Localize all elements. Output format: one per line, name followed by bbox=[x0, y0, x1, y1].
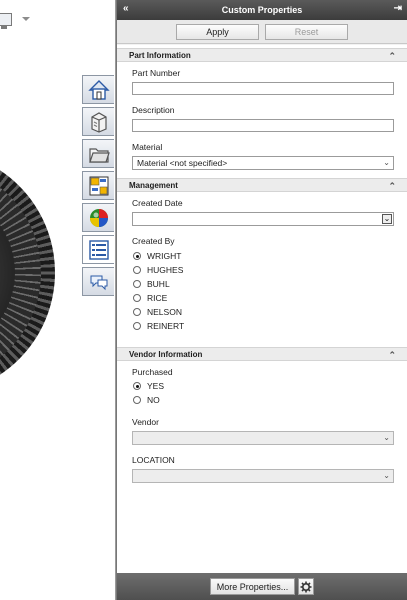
radio-label: NELSON bbox=[147, 307, 182, 317]
material-label: Material bbox=[132, 142, 163, 152]
radio-button[interactable] bbox=[133, 294, 141, 302]
reset-button[interactable]: Reset bbox=[265, 23, 348, 40]
radio-button[interactable] bbox=[133, 280, 141, 288]
part-number-label: Part Number bbox=[132, 68, 181, 78]
section-title: Vendor Information bbox=[129, 349, 203, 359]
pane-footer: More Properties... bbox=[117, 573, 407, 600]
radio-button[interactable] bbox=[133, 396, 141, 404]
display-monitor-icon[interactable] bbox=[0, 13, 12, 29]
radio-button[interactable] bbox=[133, 252, 141, 260]
vendor-label: Vendor bbox=[132, 417, 159, 427]
radio-button[interactable] bbox=[133, 382, 141, 390]
apply-button[interactable]: Apply bbox=[176, 23, 259, 40]
created-by-option-buhl[interactable]: BUHL bbox=[133, 277, 407, 291]
vendor-select[interactable]: ⌄ bbox=[132, 431, 394, 445]
chevron-down-icon: ⌄ bbox=[383, 471, 390, 480]
custom-properties-pane: « Custom Properties ⇥ Apply Reset Part I… bbox=[116, 0, 407, 600]
more-properties-button[interactable]: More Properties... bbox=[210, 578, 295, 595]
pin-pane-icon[interactable]: ⇥ bbox=[394, 3, 402, 14]
gear-icon bbox=[300, 581, 312, 592]
radio-label: BUHL bbox=[147, 279, 170, 289]
collapse-pane-icon[interactable]: « bbox=[123, 3, 129, 14]
created-date-picker[interactable]: ⌄ bbox=[132, 212, 394, 226]
pane-titlebar: « Custom Properties ⇥ bbox=[117, 0, 407, 20]
chevron-down-icon: ⌄ bbox=[383, 433, 390, 442]
created-by-radio-group: WRIGHT HUGHES BUHL RICE NELSON REINERT bbox=[117, 249, 407, 333]
radio-label: HUGHES bbox=[147, 265, 184, 275]
chevron-down-icon[interactable]: ⌄ bbox=[382, 214, 392, 224]
tab-custom-properties[interactable] bbox=[82, 235, 114, 264]
chevron-up-icon[interactable]: ⌃ bbox=[388, 350, 396, 361]
custom-properties-icon bbox=[88, 239, 109, 260]
tire-model bbox=[0, 150, 55, 395]
chevron-up-icon[interactable]: ⌃ bbox=[388, 181, 396, 192]
tab-forum[interactable] bbox=[82, 267, 114, 296]
radio-label: WRIGHT bbox=[147, 251, 182, 261]
description-input[interactable] bbox=[132, 119, 394, 132]
location-select[interactable]: ⌄ bbox=[132, 469, 394, 483]
home-icon bbox=[87, 79, 110, 100]
chevron-up-icon[interactable]: ⌃ bbox=[388, 51, 396, 62]
view-palette-icon bbox=[89, 176, 108, 195]
material-value: Material <not specified> bbox=[137, 158, 228, 168]
properties-form: Part Information ⌃ Part Number Descripti… bbox=[117, 45, 407, 573]
file-explorer-icon bbox=[88, 147, 110, 163]
purchased-label: Purchased bbox=[132, 367, 173, 377]
tab-view-palette[interactable] bbox=[82, 171, 114, 200]
created-date-label: Created Date bbox=[132, 198, 183, 208]
created-by-option-wright[interactable]: WRIGHT bbox=[133, 249, 407, 263]
created-by-option-hughes[interactable]: HUGHES bbox=[133, 263, 407, 277]
appearances-icon bbox=[89, 208, 108, 227]
action-bar: Apply Reset bbox=[117, 20, 407, 44]
section-vendor-information[interactable]: Vendor Information ⌃ bbox=[117, 347, 407, 361]
task-pane-tabs bbox=[82, 75, 116, 299]
purchased-radio-group: YES NO bbox=[117, 379, 407, 407]
radio-button[interactable] bbox=[133, 322, 141, 330]
radio-button[interactable] bbox=[133, 308, 141, 316]
created-by-option-nelson[interactable]: NELSON bbox=[133, 305, 407, 319]
section-management[interactable]: Management ⌃ bbox=[117, 178, 407, 192]
tab-design-library[interactable] bbox=[82, 107, 114, 136]
forum-icon bbox=[90, 275, 107, 290]
radio-label: YES bbox=[147, 381, 165, 391]
purchased-option-yes[interactable]: YES bbox=[133, 379, 407, 393]
radio-button[interactable] bbox=[133, 266, 141, 274]
purchased-option-no[interactable]: NO bbox=[133, 393, 407, 407]
tab-home[interactable] bbox=[82, 75, 114, 104]
radio-label: RICE bbox=[147, 293, 168, 303]
created-by-option-rice[interactable]: RICE bbox=[133, 291, 407, 305]
location-label: LOCATION bbox=[132, 455, 175, 465]
tab-appearances[interactable] bbox=[82, 203, 114, 232]
section-part-information[interactable]: Part Information ⌃ bbox=[117, 48, 407, 62]
radio-label: REINERT bbox=[147, 321, 185, 331]
tab-file-explorer[interactable] bbox=[82, 139, 114, 168]
created-by-option-reinert[interactable]: REINERT bbox=[133, 319, 407, 333]
pane-title: Custom Properties bbox=[221, 5, 303, 15]
material-select[interactable]: Material <not specified> ⌄ bbox=[132, 156, 394, 170]
part-number-input[interactable] bbox=[132, 82, 394, 95]
description-label: Description bbox=[132, 105, 175, 115]
section-title: Management bbox=[129, 180, 178, 190]
radio-label: NO bbox=[147, 395, 160, 405]
chevron-down-icon: ⌄ bbox=[383, 158, 390, 167]
section-title: Part Information bbox=[129, 50, 191, 60]
settings-button[interactable] bbox=[298, 578, 314, 595]
design-library-icon bbox=[90, 111, 107, 133]
display-dropdown-caret-icon[interactable] bbox=[22, 17, 30, 21]
created-by-label: Created By bbox=[132, 236, 175, 246]
